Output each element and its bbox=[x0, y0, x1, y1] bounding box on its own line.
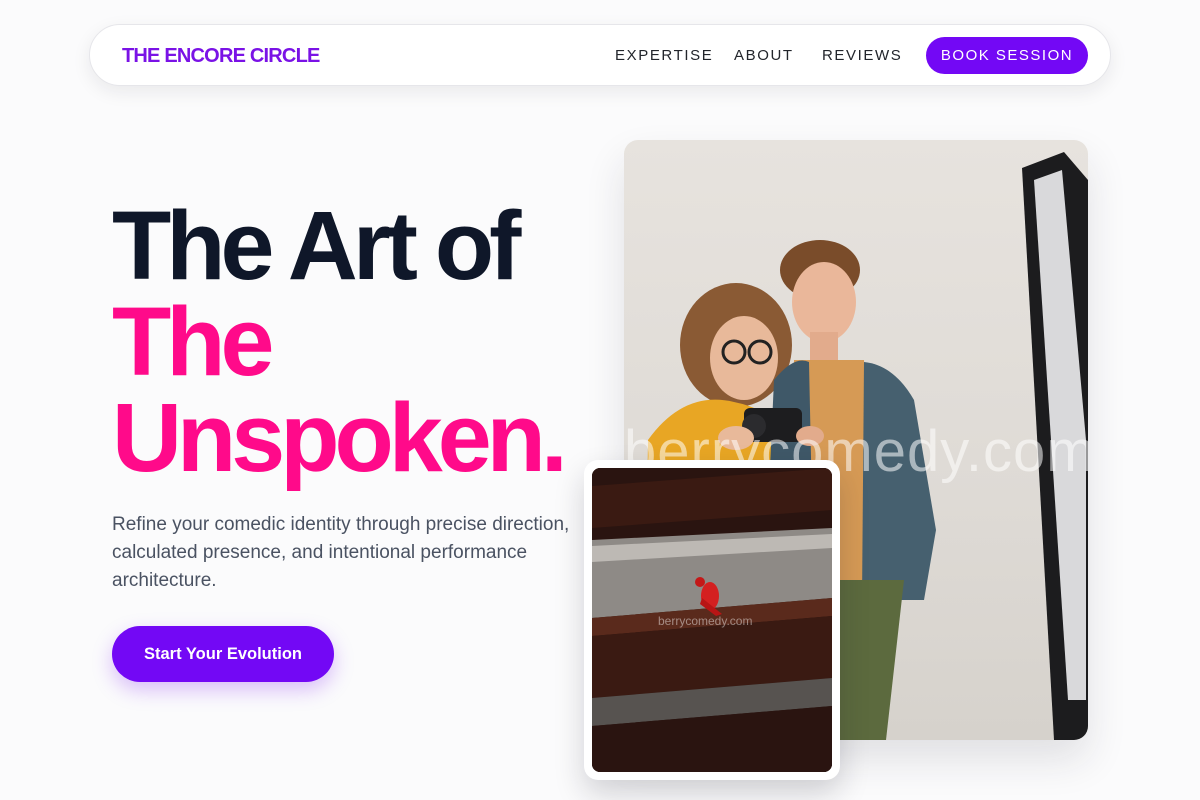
inset-photo-watermark: berrycomedy.com bbox=[658, 614, 753, 628]
nav-link-about[interactable]: ABOUT bbox=[734, 46, 794, 66]
headline-line-3: Unspoken. bbox=[112, 383, 568, 492]
hero-photo-inset: berrycomedy.com bbox=[584, 460, 840, 780]
nav-link-reviews[interactable]: REVIEWS bbox=[822, 46, 902, 66]
headline-line-2: The bbox=[112, 287, 274, 396]
hero-headline: The Art of The Unspoken. bbox=[112, 191, 632, 492]
site-logo[interactable]: THE ENCORE CIRCLE bbox=[122, 44, 320, 68]
inset-photo-frame: berrycomedy.com bbox=[592, 468, 832, 772]
start-evolution-button[interactable]: Start Your Evolution bbox=[112, 626, 334, 682]
headline-line-1: The Art of bbox=[112, 191, 521, 300]
top-nav: THE ENCORE CIRCLE EXPERTISE ABOUT REVIEW… bbox=[89, 24, 1111, 86]
hero-subtext: Refine your comedic identity through pre… bbox=[112, 514, 570, 591]
book-session-button[interactable]: BOOK SESSION bbox=[926, 37, 1088, 74]
nav-link-expertise[interactable]: EXPERTISE bbox=[615, 46, 713, 66]
